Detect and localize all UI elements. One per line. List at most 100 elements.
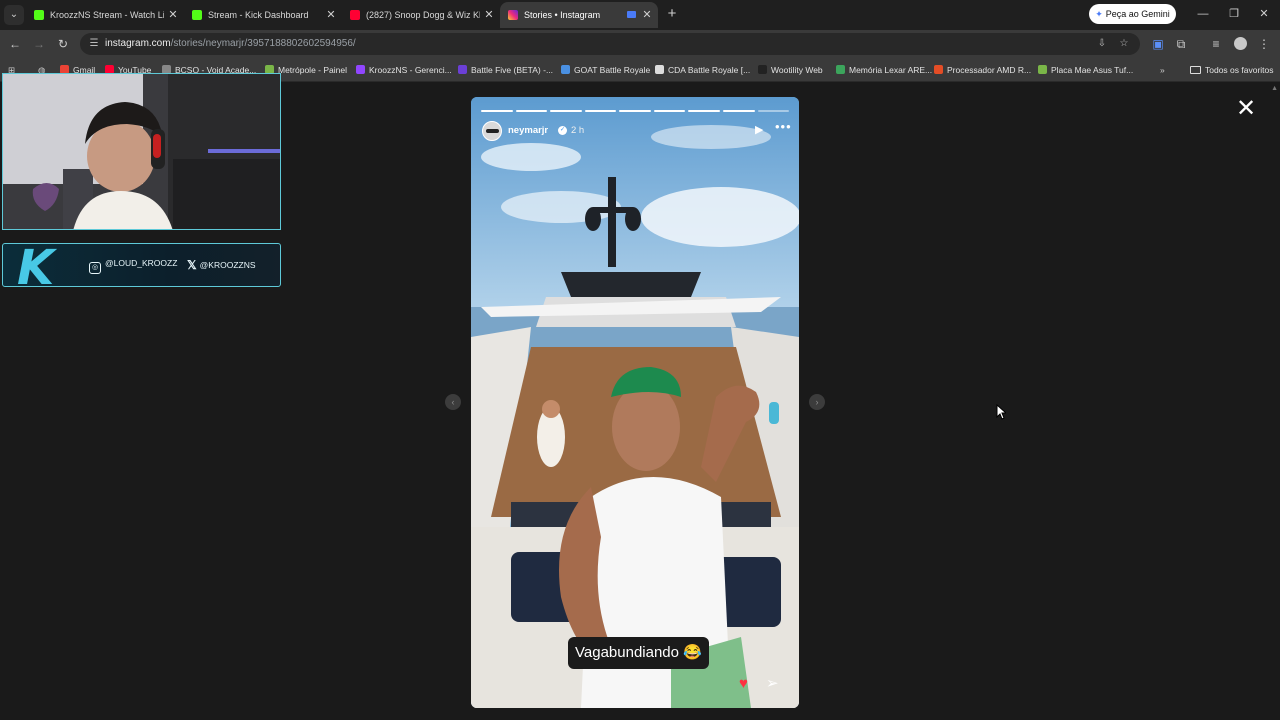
tab-strip: ⌄ KroozzNS Stream - Watch Live ✕ Stream … xyxy=(0,0,1280,30)
folder-icon xyxy=(1190,66,1201,74)
restore-window-button[interactable]: ❐ xyxy=(1226,6,1242,22)
story-progress-segment xyxy=(722,110,755,112)
tab-instagram-stories[interactable]: Stories • Instagram ✕ xyxy=(500,2,658,28)
mouse-cursor-icon xyxy=(996,404,1006,420)
streamer-webcam-overlay xyxy=(2,73,281,230)
bookmark-item[interactable]: Memória Lexar ARE... xyxy=(836,58,932,82)
browser-toolbar: ← → ↻ ☰ instagram.com/stories/neymarjr/3… xyxy=(0,30,1280,58)
story-author-avatar[interactable] xyxy=(482,121,502,141)
close-tab-icon[interactable]: ✕ xyxy=(166,2,180,28)
close-tab-icon[interactable]: ✕ xyxy=(324,2,338,28)
story-card[interactable]: neymarjr ✓ 2 h ▶ ••• Vagabundiando 😂 ♥ ➢ xyxy=(471,97,799,708)
share-send-icon[interactable]: ➢ xyxy=(766,674,779,692)
bookmark-item[interactable]: Placa Mae Asus Tuf... xyxy=(1038,58,1133,82)
reload-icon[interactable]: ↻ xyxy=(55,36,71,52)
extension-icon[interactable]: ▣ xyxy=(1150,36,1166,52)
bookmark-label: Battle Five (BETA) -... xyxy=(471,65,554,75)
minimize-window-button[interactable]: — xyxy=(1195,6,1211,22)
next-story-button[interactable]: › xyxy=(809,394,825,410)
forward-arrow-icon[interactable]: → xyxy=(31,36,47,52)
bookmark-label: CDA Battle Royale [... xyxy=(668,65,751,75)
install-app-icon[interactable]: ⇩ xyxy=(1094,36,1110,52)
verified-badge-icon: ✓ xyxy=(558,126,567,135)
x-logo-icon: 𝕏 xyxy=(187,258,197,272)
ask-gemini-button[interactable]: ✦ Peça ao Gemini xyxy=(1089,4,1176,24)
bookmark-star-icon[interactable]: ☆ xyxy=(1116,36,1132,52)
kick-icon xyxy=(192,10,202,20)
story-progress-bar xyxy=(481,110,790,112)
youtube-icon xyxy=(350,10,360,20)
instagram-handle-text: @LOUD_KROOZZ xyxy=(105,258,178,268)
previous-story-button[interactable]: ‹ xyxy=(445,394,461,410)
play-icon[interactable]: ▶ xyxy=(755,123,763,136)
story-caption: Vagabundiando 😂 xyxy=(568,637,709,669)
bookmark-favicon-icon xyxy=(1038,65,1047,74)
tab-title: KroozzNS Stream - Watch Live xyxy=(50,10,164,20)
bookmark-item[interactable]: CDA Battle Royale [... xyxy=(655,58,750,82)
instagram-icon xyxy=(508,10,518,20)
back-arrow-icon[interactable]: ← xyxy=(7,36,23,52)
like-heart-icon[interactable]: ♥ xyxy=(739,675,748,692)
cast-icon xyxy=(627,11,636,18)
bookmark-label: KroozzNS - Gerenci... xyxy=(369,65,452,75)
close-tab-icon[interactable]: ✕ xyxy=(482,2,496,28)
story-progress-segment xyxy=(481,110,513,112)
new-tab-button[interactable]: + xyxy=(664,6,680,22)
story-progress-segment xyxy=(584,110,617,112)
all-bookmarks-folder[interactable]: Todos os favoritos xyxy=(1190,58,1274,82)
bookmark-label: GOAT Battle Royale xyxy=(574,65,651,75)
bookmark-label: Metrópole - Painel xyxy=(278,65,347,75)
story-progress-segment xyxy=(619,110,651,112)
bookmark-item[interactable]: Processador AMD R... xyxy=(934,58,1031,82)
url-host: instagram.com xyxy=(105,38,171,49)
instagram-icon: ◎ xyxy=(89,262,101,274)
instagram-handle: ◎ @LOUD_KROOZZ xyxy=(89,258,177,274)
more-options-icon[interactable]: ••• xyxy=(775,119,792,134)
media-controls-icon[interactable]: ≡ xyxy=(1208,36,1224,52)
story-photo xyxy=(471,97,799,708)
scrollbar-up-arrow-icon[interactable]: ▲ xyxy=(1271,85,1278,92)
x-handle-text: @KROOZZNS xyxy=(199,260,256,270)
x-handle: 𝕏 @KROOZZNS xyxy=(187,258,256,272)
bookmark-favicon-icon xyxy=(356,65,365,74)
tab-title: Stream - Kick Dashboard xyxy=(208,10,309,20)
all-bookmarks-label: Todos os favoritos xyxy=(1205,65,1274,75)
bookmark-label: Placa Mae Asus Tuf... xyxy=(1051,65,1134,75)
bookmark-item[interactable]: Battle Five (BETA) -... xyxy=(458,58,553,82)
tab-search-button[interactable]: ⌄ xyxy=(4,5,24,25)
bookmark-label: Memória Lexar ARE... xyxy=(849,65,933,75)
bookmark-item[interactable]: GOAT Battle Royale xyxy=(561,58,650,82)
close-stories-icon[interactable]: ✕ xyxy=(1235,97,1257,121)
close-tab-icon[interactable]: ✕ xyxy=(640,2,654,28)
streamer-social-banner: K ◎ @LOUD_KROOZZ 𝕏 @KROOZZNS xyxy=(2,240,281,296)
gemini-label: Peça ao Gemini xyxy=(1105,9,1170,19)
bookmark-favicon-icon xyxy=(458,65,467,74)
story-progress-segment xyxy=(688,110,720,112)
site-info-icon[interactable]: ☰ xyxy=(86,36,102,52)
story-progress-segment xyxy=(550,110,582,112)
bookmark-favicon-icon xyxy=(934,65,943,74)
gemini-spark-icon: ✦ xyxy=(1095,9,1103,19)
bookmark-item[interactable]: KroozzNS - Gerenci... xyxy=(356,58,452,82)
kick-icon xyxy=(34,10,44,20)
story-progress-segment xyxy=(757,110,790,112)
browser-menu-icon[interactable]: ⋮ xyxy=(1256,36,1272,52)
close-window-button[interactable]: ✕ xyxy=(1256,6,1272,22)
extensions-puzzle-icon[interactable]: ⧉ xyxy=(1173,36,1189,52)
tab-kick-dashboard[interactable]: Stream - Kick Dashboard ✕ xyxy=(184,2,342,28)
more-bookmarks-chevron-icon[interactable]: » xyxy=(1160,58,1165,82)
tab-title: (2827) Snoop Dogg & Wiz Khalifa xyxy=(366,10,480,20)
tab-youtube[interactable]: (2827) Snoop Dogg & Wiz Khalifa ✕ xyxy=(342,2,500,28)
bookmark-item[interactable]: Wootility Web xyxy=(758,58,823,82)
story-author-username[interactable]: neymarjr xyxy=(508,125,548,136)
profile-avatar-icon[interactable] xyxy=(1232,36,1248,52)
bookmark-label: Wootility Web xyxy=(771,65,823,75)
url-path: /stories/neymarjr/3957188802602594956/ xyxy=(170,38,356,49)
story-progress-segment xyxy=(515,110,548,112)
story-header: neymarjr ✓ 2 h ▶ ••• xyxy=(482,119,791,143)
tab-title: Stories • Instagram xyxy=(524,10,601,20)
address-bar[interactable]: ☰ instagram.com/stories/neymarjr/3957188… xyxy=(80,33,1140,55)
story-progress-segment xyxy=(653,110,686,112)
tab-kick-stream[interactable]: KroozzNS Stream - Watch Live ✕ xyxy=(26,2,184,28)
bookmark-favicon-icon xyxy=(655,65,664,74)
